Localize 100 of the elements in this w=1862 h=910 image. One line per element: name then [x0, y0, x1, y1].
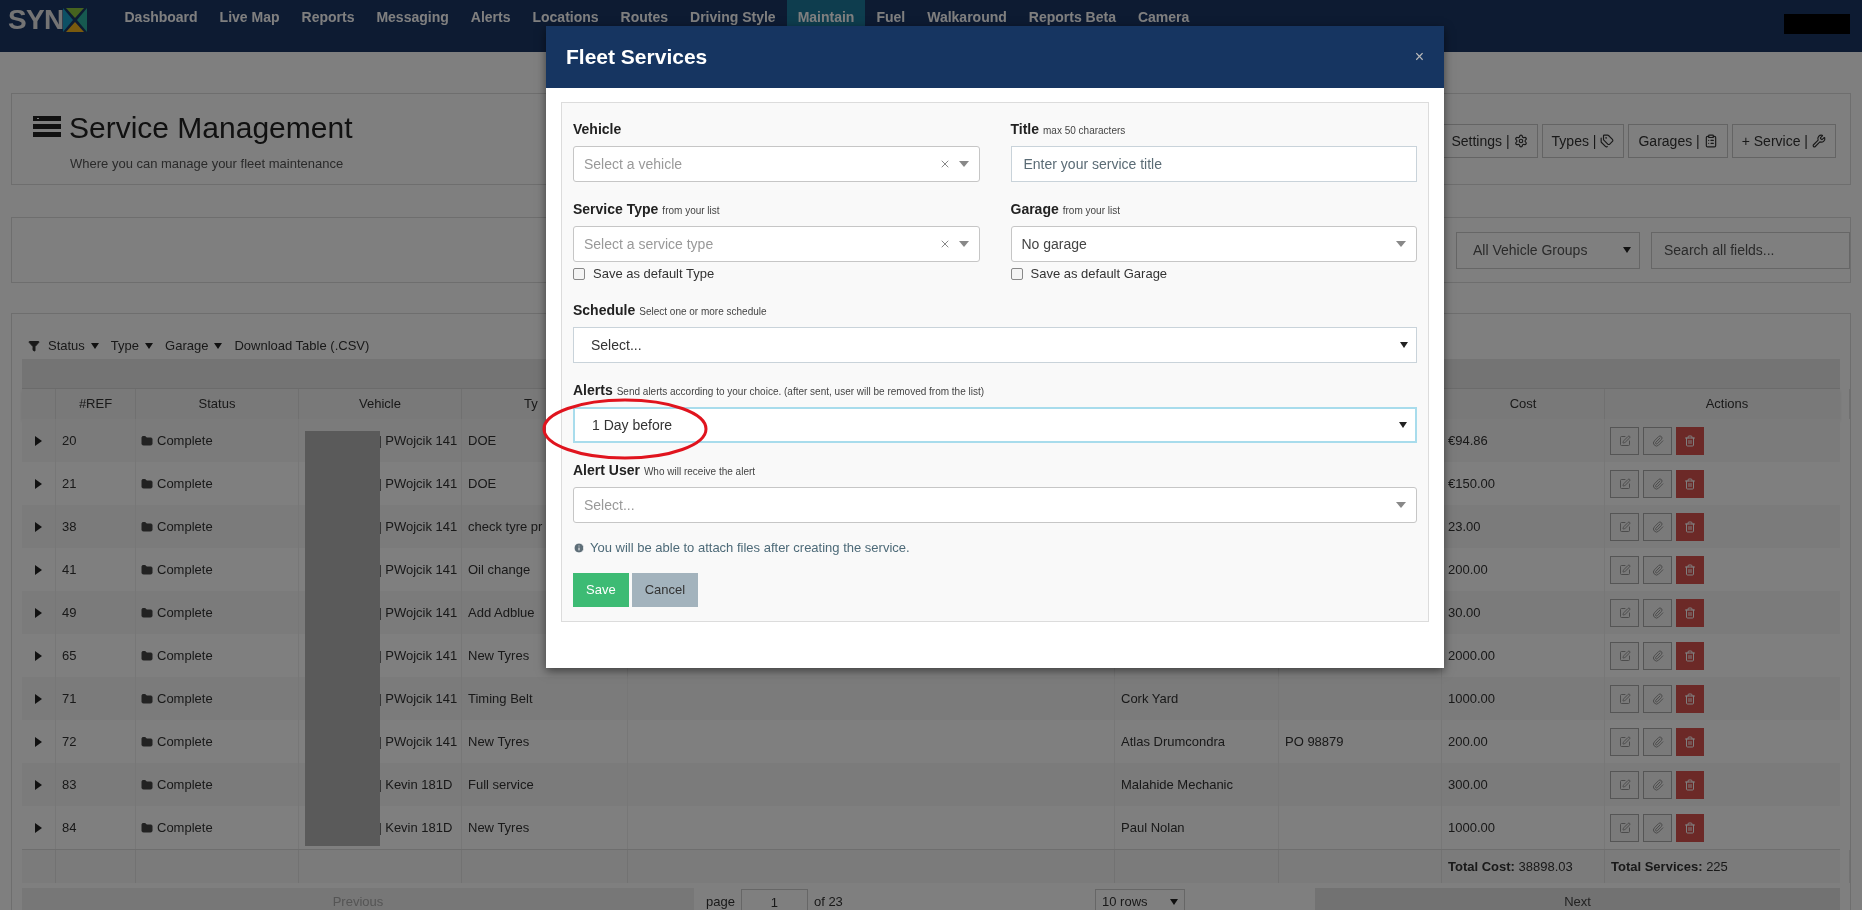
nav-tab[interactable]: Reports: [290, 0, 366, 52]
group-select[interactable]: All Vehicle Groups: [1456, 231, 1640, 269]
select-field[interactable]: Select a service type: [573, 226, 980, 262]
edit-icon: [1618, 434, 1631, 447]
table-cell-text: 84: [62, 818, 77, 837]
column-header[interactable]: Vehicle: [359, 394, 401, 414]
delete-button[interactable]: [1676, 598, 1704, 627]
page-subtitle: Where you can manage your fleet maintenance: [70, 154, 345, 173]
edit-button[interactable]: [1610, 598, 1639, 627]
delete-button[interactable]: [1676, 727, 1704, 756]
expand-arrow-icon[interactable]: [35, 779, 42, 790]
cancel-button[interactable]: Cancel: [631, 572, 699, 607]
filter-dropdown[interactable]: Status: [48, 336, 99, 356]
nav-tab[interactable]: Dashboard: [113, 0, 209, 52]
edit-button[interactable]: [1610, 641, 1639, 670]
expand-arrow-icon[interactable]: [35, 693, 42, 704]
info-icon: [573, 541, 585, 554]
select-field[interactable]: Select...: [573, 327, 1417, 363]
filter-dropdown[interactable]: Type: [110, 336, 154, 356]
folder-icon: [141, 563, 153, 576]
table-cell-text: Malahide Mechanic: [1121, 775, 1233, 794]
delete-button[interactable]: [1676, 426, 1704, 455]
attach-button[interactable]: [1643, 512, 1672, 541]
column-header[interactable]: Ty: [524, 394, 538, 414]
expand-arrow-icon[interactable]: [35, 478, 42, 489]
edit-button[interactable]: [1610, 426, 1639, 455]
delete-button[interactable]: [1676, 469, 1704, 498]
toolbar-button[interactable]: Garages |: [1628, 124, 1728, 158]
table-cell-text: €150.00: [1448, 474, 1495, 493]
delete-button[interactable]: [1676, 813, 1704, 842]
nav-tab[interactable]: Alerts: [459, 0, 522, 52]
attach-button[interactable]: [1643, 727, 1672, 756]
attach-button[interactable]: [1643, 641, 1672, 670]
toolbar-button[interactable]: Settings |: [1441, 124, 1538, 158]
edit-button[interactable]: [1610, 813, 1639, 842]
expand-arrow-icon[interactable]: [35, 822, 42, 833]
checkbox[interactable]: [1010, 268, 1023, 280]
edit-icon: [1618, 649, 1631, 662]
edit-button[interactable]: [1610, 770, 1639, 799]
nav-tab[interactable]: Messaging: [365, 0, 460, 52]
close-button[interactable]: ×: [1414, 49, 1424, 65]
expand-arrow-icon[interactable]: [35, 435, 42, 446]
search-field[interactable]: Search all fields...: [1651, 231, 1850, 269]
select-field[interactable]: Select a vehicle: [573, 146, 980, 182]
delete-button[interactable]: [1676, 555, 1704, 584]
edit-button[interactable]: [1610, 684, 1639, 713]
attach-button[interactable]: [1643, 598, 1672, 627]
attach-button[interactable]: [1643, 770, 1672, 799]
edit-button[interactable]: [1610, 727, 1639, 756]
folder-icon: [141, 434, 153, 447]
select-field[interactable]: No garage: [1010, 226, 1417, 262]
attach-button[interactable]: [1643, 555, 1672, 584]
text-field[interactable]: Enter your service title: [1010, 146, 1417, 182]
expand-arrow-icon[interactable]: [35, 736, 42, 747]
table-cell-text: Complete: [157, 560, 213, 579]
next-button[interactable]: Next: [1315, 888, 1840, 910]
download-link[interactable]: Download Table (.CSV): [234, 336, 370, 356]
toolbar-button[interactable]: + Service |: [1731, 124, 1836, 158]
page-input[interactable]: 1: [740, 889, 808, 910]
select-value: 1 Day before: [592, 415, 673, 435]
total-cost: Total Cost: 38898.03: [1448, 857, 1573, 876]
column-header[interactable]: Actions: [1705, 394, 1749, 414]
filter-dropdown[interactable]: Garage: [165, 336, 223, 356]
attach-button[interactable]: [1643, 426, 1672, 455]
edit-button[interactable]: [1610, 512, 1639, 541]
select-field[interactable]: Select...: [573, 487, 1417, 523]
attach-button[interactable]: [1643, 469, 1672, 498]
edit-icon: [1618, 520, 1631, 533]
edit-button[interactable]: [1610, 555, 1639, 584]
table-cell-text: Cork Yard: [1121, 689, 1179, 708]
field-label: Vehicle: [573, 120, 622, 139]
table-cell-text: 30.00: [1448, 603, 1481, 622]
delete-button[interactable]: [1676, 684, 1704, 713]
trash-icon: [1684, 520, 1696, 533]
table-cell-text: New Tyres: [468, 646, 530, 665]
attach-button[interactable]: [1643, 813, 1672, 842]
column-header[interactable]: Status: [198, 394, 236, 414]
expand-arrow-icon[interactable]: [35, 521, 42, 532]
table-cell-text: Oil change: [468, 560, 531, 579]
save-button[interactable]: Save: [573, 572, 629, 607]
select-field[interactable]: 1 Day before: [573, 407, 1417, 443]
expand-arrow-icon[interactable]: [35, 650, 42, 661]
column-header[interactable]: #REF: [78, 394, 113, 414]
nav-tab[interactable]: Live Map: [208, 0, 291, 52]
folder-icon: [141, 649, 153, 662]
expand-arrow-icon[interactable]: [35, 564, 42, 575]
toolbar-button[interactable]: Types |: [1541, 124, 1625, 158]
edit-button[interactable]: [1610, 469, 1639, 498]
logo-text: SYN: [8, 3, 64, 37]
delete-button[interactable]: [1676, 770, 1704, 799]
rows-select[interactable]: 10 rows: [1095, 889, 1185, 910]
redaction-block: [1784, 14, 1850, 34]
expand-arrow-icon[interactable]: [35, 607, 42, 618]
column-header[interactable]: Cost: [1509, 394, 1537, 414]
checkbox[interactable]: [573, 268, 585, 280]
table-cell-text: 71: [62, 689, 77, 708]
delete-button[interactable]: [1676, 512, 1704, 541]
edit-icon: [1618, 821, 1631, 834]
delete-button[interactable]: [1676, 641, 1704, 670]
attach-button[interactable]: [1643, 684, 1672, 713]
